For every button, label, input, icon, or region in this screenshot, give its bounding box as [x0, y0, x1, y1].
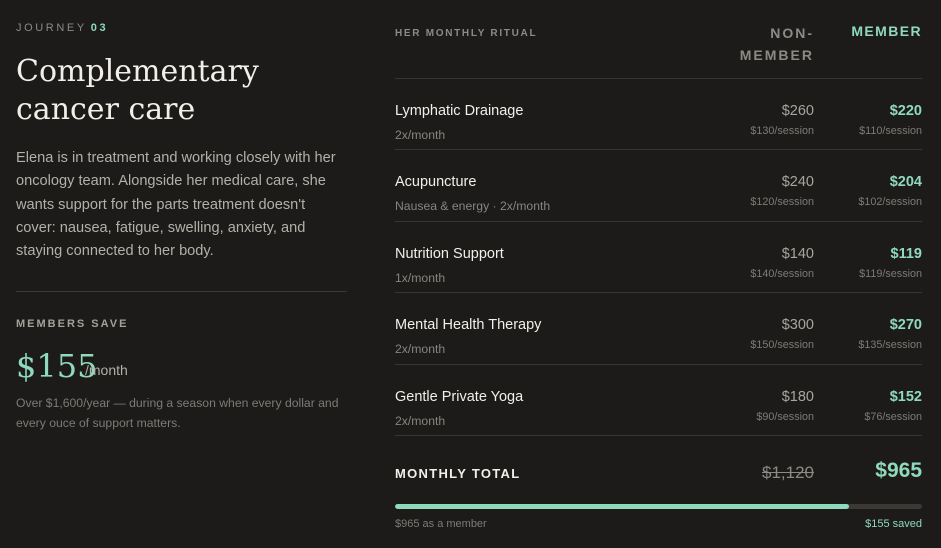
table-divider — [395, 292, 922, 293]
member-session-price: $119/session — [859, 268, 922, 280]
member-cost-caption: $965 as a member — [395, 518, 487, 530]
table-divider — [395, 364, 922, 365]
service-frequency: 2x/month — [395, 414, 446, 428]
members-save-label: MEMBERS SAVE — [16, 318, 129, 330]
table-row: Acupuncture Nausea & energy · 2x/month $… — [395, 157, 922, 228]
savings-progress-fill — [395, 504, 850, 509]
table-divider — [395, 435, 922, 436]
member-total: $965 — [875, 459, 922, 482]
saved-caption: $155 saved — [865, 518, 922, 530]
nonmember-session-price: $150/session — [750, 339, 814, 351]
service-name: Gentle Private Yoga — [395, 389, 524, 405]
service-frequency: 2x/month — [395, 128, 446, 142]
table-divider — [395, 149, 922, 150]
monthly-total-label: MONTHLY TOTAL — [395, 466, 521, 481]
journey-eyebrow: JOURNEY 03 — [16, 22, 108, 34]
nonmember-price: $260 — [781, 103, 814, 119]
table-divider — [395, 221, 922, 222]
table-row: Gentle Private Yoga 2x/month $180 $90/se… — [395, 372, 922, 443]
member-price: $220 — [889, 103, 922, 119]
member-price: $152 — [889, 389, 922, 405]
pricing-table: HER MONTHLY RITUAL NON-MEMBER MEMBER Lym… — [395, 0, 922, 548]
member-session-price: $76/session — [864, 411, 922, 423]
table-row: Lymphatic Drainage 2x/month $260 $130/se… — [395, 86, 922, 157]
service-name: Lymphatic Drainage — [395, 103, 524, 119]
service-name: Nutrition Support — [395, 246, 504, 262]
journey-label: JOURNEY — [16, 22, 87, 34]
member-column-header: MEMBER — [851, 23, 922, 39]
table-row: Nutrition Support 1x/month $140 $140/ses… — [395, 229, 922, 300]
journey-number: 03 — [90, 22, 109, 34]
nonmember-column-header: NON-MEMBER — [739, 25, 814, 63]
page-title: Complementary cancer care — [16, 54, 259, 127]
service-frequency: 2x/month — [395, 342, 446, 356]
nonmember-price: $140 — [781, 246, 814, 262]
savings-unit: /month — [85, 362, 128, 378]
table-row: Mental Health Therapy 2x/month $300 $150… — [395, 300, 922, 371]
divider — [16, 291, 347, 292]
ritual-heading: HER MONTHLY RITUAL — [395, 28, 538, 39]
savings-note: Over $1,600/year — during a season when … — [16, 396, 339, 430]
nonmember-price: $300 — [781, 317, 814, 333]
nonmember-price: $180 — [781, 389, 814, 405]
nonmember-session-price: $130/session — [750, 125, 814, 137]
member-session-price: $135/session — [858, 339, 922, 351]
member-session-price: $102/session — [858, 196, 922, 208]
member-price: $119 — [890, 246, 922, 262]
journey-description: Elena is in treatment and working closel… — [16, 150, 336, 260]
service-frequency: Nausea & energy · 2x/month — [395, 199, 551, 213]
service-frequency: 1x/month — [395, 271, 446, 285]
nonmember-price: $240 — [781, 174, 814, 190]
service-name: Acupuncture — [395, 174, 477, 190]
nonmember-session-price: $140/session — [750, 268, 814, 280]
service-name: Mental Health Therapy — [395, 317, 542, 333]
member-price: $204 — [889, 174, 922, 190]
nonmember-total: $1,120 — [762, 463, 814, 482]
member-session-price: $110/session — [859, 125, 922, 137]
member-price: $270 — [889, 317, 922, 333]
table-divider — [395, 78, 922, 79]
nonmember-session-price: $120/session — [750, 196, 814, 208]
nonmember-session-price: $90/session — [756, 411, 814, 423]
savings-progress-bar — [395, 504, 922, 509]
